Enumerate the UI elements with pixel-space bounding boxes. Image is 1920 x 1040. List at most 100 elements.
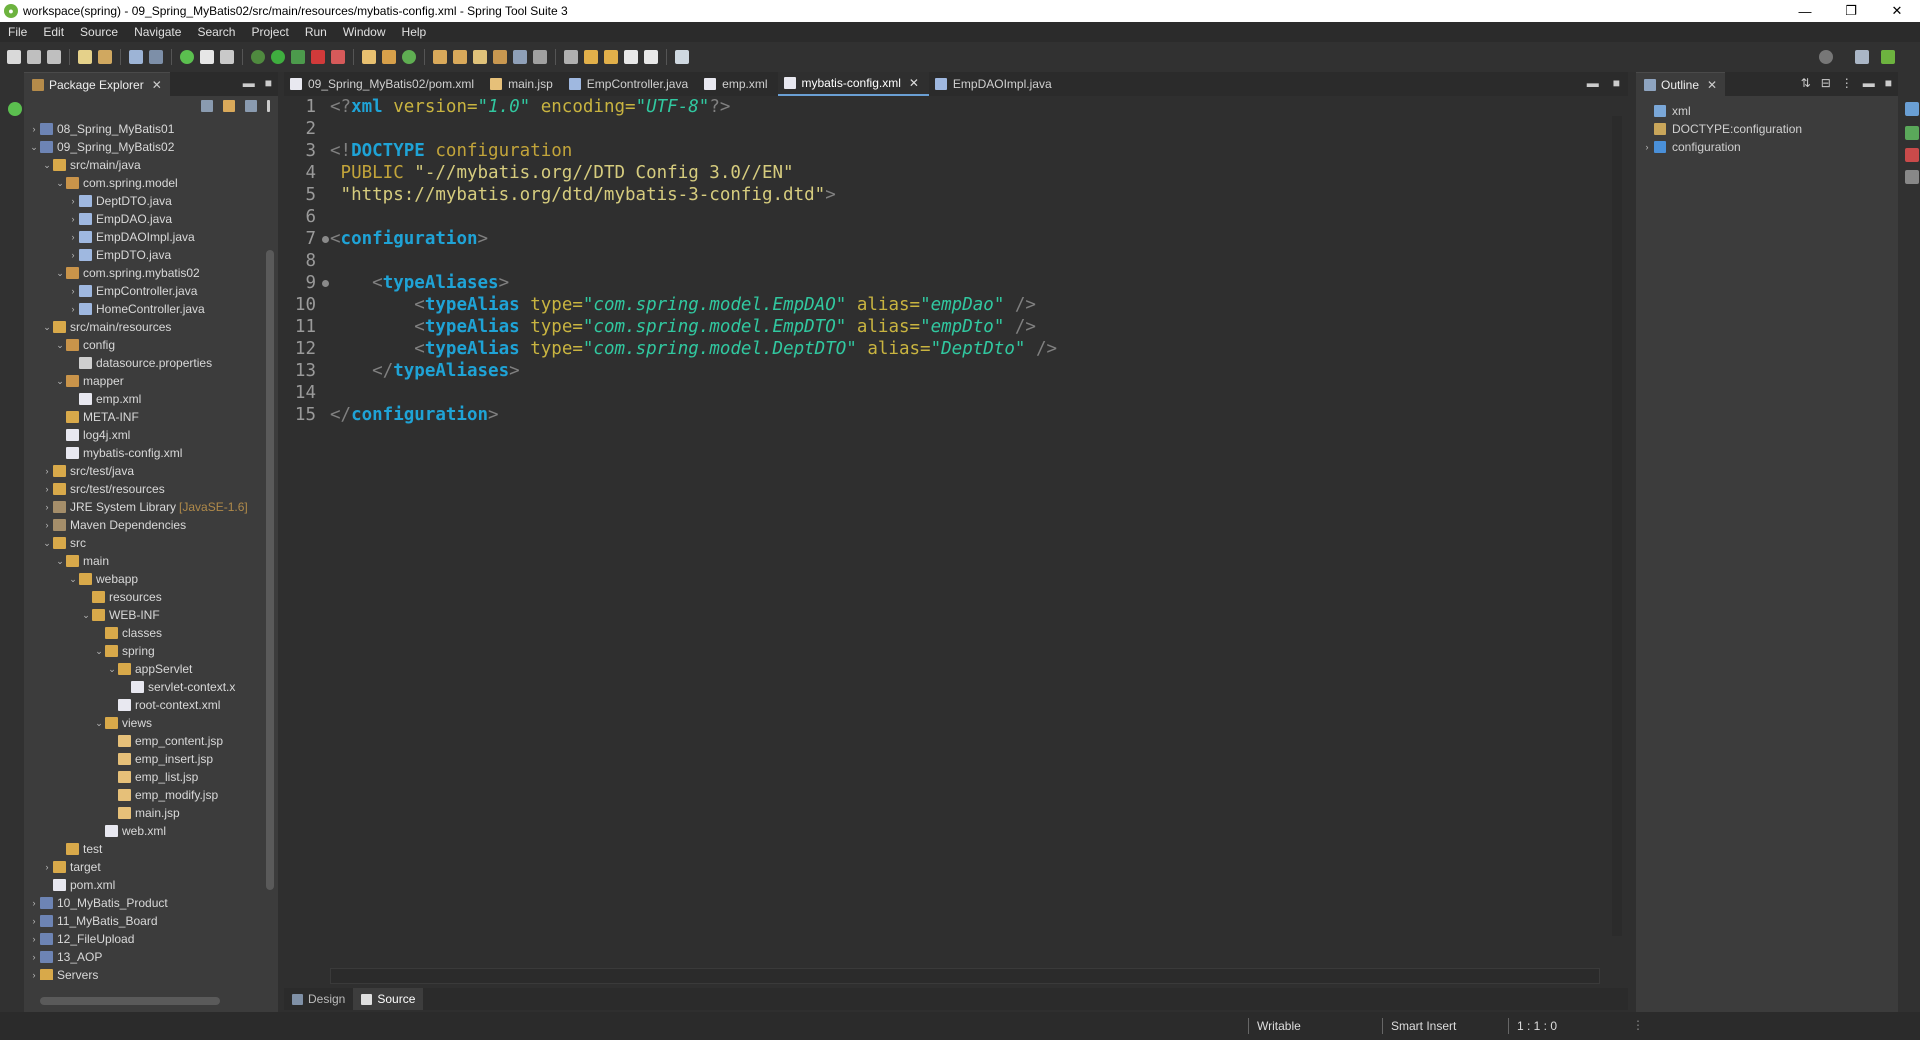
- tree-item[interactable]: ⌄ webapp: [24, 570, 262, 588]
- collapsed-arrow-icon[interactable]: ›: [41, 484, 53, 494]
- tree-item[interactable]: › Servers: [24, 966, 262, 980]
- tree-item[interactable]: mybatis-config.xml: [24, 444, 262, 462]
- expanded-arrow-icon[interactable]: ⌄: [28, 142, 40, 153]
- tree-item[interactable]: › target: [24, 858, 262, 876]
- save-icon[interactable]: [27, 50, 41, 64]
- tree-item[interactable]: ⌄ src/main/resources: [24, 318, 262, 336]
- collapsed-arrow-icon[interactable]: ›: [67, 250, 79, 260]
- menu-file[interactable]: File: [0, 25, 35, 39]
- maximize-editor-icon[interactable]: ■: [1613, 76, 1620, 90]
- tree-item[interactable]: › 11_MyBatis_Board: [24, 912, 262, 930]
- close-icon[interactable]: ✕: [152, 78, 162, 92]
- minimize-view-icon[interactable]: ▬: [1863, 76, 1875, 90]
- editor-tab[interactable]: mybatis-config.xml ✕: [777, 72, 929, 96]
- restore-button[interactable]: ❐: [1828, 0, 1874, 22]
- new-icon[interactable]: [7, 50, 21, 64]
- fold-toggle-icon[interactable]: [322, 280, 329, 287]
- tree-item[interactable]: ⌄ spring: [24, 642, 262, 660]
- close-icon[interactable]: ✕: [909, 76, 919, 90]
- tree-item[interactable]: ⌄ 09_Spring_MyBatis02: [24, 138, 262, 156]
- editor-tab[interactable]: EmpController.java: [563, 72, 698, 96]
- scroll-thumb[interactable]: [40, 997, 220, 1005]
- tab-source[interactable]: Source: [353, 988, 424, 1010]
- expanded-arrow-icon[interactable]: ⌄: [106, 664, 118, 675]
- restore-icon[interactable]: [8, 102, 22, 116]
- menu-edit[interactable]: Edit: [35, 25, 72, 39]
- tree-item[interactable]: › EmpDAO.java: [24, 210, 262, 228]
- tree-item[interactable]: ⌄ src: [24, 534, 262, 552]
- tree-item[interactable]: ⌄ WEB-INF: [24, 606, 262, 624]
- new-java-project-icon[interactable]: [362, 50, 376, 64]
- minimize-editor-icon[interactable]: ▬: [1587, 76, 1599, 90]
- code-line[interactable]: <!DOCTYPE configuration: [330, 140, 1600, 162]
- code-line[interactable]: <?xml version="1.0" encoding="UTF-8"?>: [330, 96, 1600, 118]
- collapsed-arrow-icon[interactable]: ›: [1640, 142, 1654, 152]
- tree-item[interactable]: datasource.properties: [24, 354, 262, 372]
- collapsed-arrow-icon[interactable]: ›: [28, 952, 40, 962]
- tree-item[interactable]: ⌄ main: [24, 552, 262, 570]
- expanded-arrow-icon[interactable]: ⌄: [41, 538, 53, 549]
- expanded-arrow-icon[interactable]: ⌄: [93, 718, 105, 729]
- scroll-thumb[interactable]: [1612, 116, 1622, 936]
- code-line[interactable]: [330, 250, 1600, 272]
- tree-item[interactable]: ⌄ config: [24, 336, 262, 354]
- collapsed-arrow-icon[interactable]: ›: [41, 520, 53, 530]
- task-icon[interactable]: [493, 50, 507, 64]
- tree-item[interactable]: test: [24, 840, 262, 858]
- spring-boot-icon[interactable]: [180, 50, 194, 64]
- console-icon[interactable]: [149, 50, 163, 64]
- tree-item[interactable]: › EmpDTO.java: [24, 246, 262, 264]
- tab-package-explorer[interactable]: Package Explorer ✕: [24, 72, 170, 96]
- spring-explorer-icon[interactable]: [1905, 126, 1919, 140]
- tree-item[interactable]: › 13_AOP: [24, 948, 262, 966]
- search-globe-icon[interactable]: [513, 50, 527, 64]
- collapse-all-icon[interactable]: [201, 100, 213, 112]
- tree-item[interactable]: classes: [24, 624, 262, 642]
- code-text[interactable]: <?xml version="1.0" encoding="UTF-8"?> <!…: [330, 96, 1600, 426]
- code-line[interactable]: <typeAlias type="com.spring.model.EmpDAO…: [330, 294, 1600, 316]
- tree-horizontal-scrollbar[interactable]: [26, 994, 262, 1008]
- collapsed-arrow-icon[interactable]: ›: [28, 898, 40, 908]
- maximize-view-icon[interactable]: ■: [1885, 76, 1892, 90]
- spring-perspective-icon[interactable]: [1881, 50, 1895, 64]
- editor-tab[interactable]: 09_Spring_MyBatis02/pom.xml: [284, 72, 484, 96]
- tree-item[interactable]: › Maven Dependencies: [24, 516, 262, 534]
- tree-item[interactable]: › JRE System Library [JavaSE-1.6]: [24, 498, 262, 516]
- collapsed-arrow-icon[interactable]: ›: [41, 862, 53, 872]
- collapsed-arrow-icon[interactable]: ›: [41, 502, 53, 512]
- expanded-arrow-icon[interactable]: ⌄: [93, 646, 105, 657]
- tree-item[interactable]: emp_insert.jsp: [24, 750, 262, 768]
- open-project-icon[interactable]: [453, 50, 467, 64]
- code-line[interactable]: [330, 118, 1600, 140]
- outline-item[interactable]: DOCTYPE:configuration: [1640, 120, 1898, 138]
- tree-item[interactable]: › src/test/resources: [24, 480, 262, 498]
- expanded-arrow-icon[interactable]: ⌄: [67, 574, 79, 585]
- collapsed-arrow-icon[interactable]: ›: [67, 304, 79, 314]
- tree-item[interactable]: META-INF: [24, 408, 262, 426]
- tree-item[interactable]: › DeptDTO.java: [24, 192, 262, 210]
- expanded-arrow-icon[interactable]: ⌄: [54, 340, 66, 351]
- open-task-icon[interactable]: [98, 50, 112, 64]
- collapse-all-icon[interactable]: ⊟: [1821, 76, 1831, 90]
- external-tools-icon[interactable]: [331, 50, 345, 64]
- close-icon[interactable]: ✕: [1707, 78, 1717, 92]
- last-edit-icon[interactable]: [584, 50, 598, 64]
- tree-item[interactable]: log4j.xml: [24, 426, 262, 444]
- tree-item[interactable]: web.xml: [24, 822, 262, 840]
- more-views-icon[interactable]: [1905, 170, 1919, 184]
- menu-search[interactable]: Search: [189, 25, 243, 39]
- code-line[interactable]: [330, 382, 1600, 404]
- menu-help[interactable]: Help: [394, 25, 435, 39]
- code-line[interactable]: PUBLIC "-//mybatis.org//DTD Config 3.0//…: [330, 162, 1600, 184]
- tree-item[interactable]: emp_modify.jsp: [24, 786, 262, 804]
- new-class-icon[interactable]: [402, 50, 416, 64]
- prev-edit-icon[interactable]: [604, 50, 618, 64]
- collapsed-arrow-icon[interactable]: ›: [28, 124, 40, 134]
- tree-item[interactable]: › EmpDAOImpl.java: [24, 228, 262, 246]
- tree-item[interactable]: ⌄ com.spring.mybatis02: [24, 264, 262, 282]
- expanded-arrow-icon[interactable]: ⌄: [80, 610, 92, 621]
- close-button[interactable]: ✕: [1874, 0, 1920, 22]
- expanded-arrow-icon[interactable]: ⌄: [41, 322, 53, 333]
- collapsed-arrow-icon[interactable]: ›: [28, 916, 40, 926]
- collapsed-arrow-icon[interactable]: ›: [67, 196, 79, 206]
